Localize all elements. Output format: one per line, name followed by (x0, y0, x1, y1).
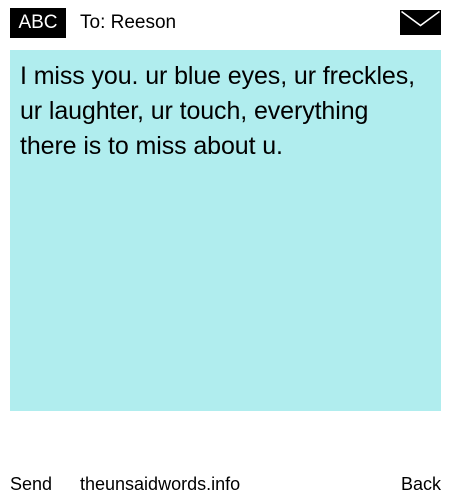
message-text: I miss you. ur blue eyes, ur freckles, u… (20, 62, 415, 160)
message-header: ABC To: Reeson (0, 0, 450, 46)
back-button[interactable]: Back (401, 472, 441, 496)
message-body[interactable]: I miss you. ur blue eyes, ur freckles, u… (10, 50, 441, 411)
recipient-label: To: Reeson (80, 12, 177, 33)
envelope-icon (400, 10, 441, 35)
send-button[interactable]: Send (10, 472, 52, 496)
input-mode-badge: ABC (10, 8, 66, 38)
site-link[interactable]: theunsaidwords.info (80, 472, 240, 496)
